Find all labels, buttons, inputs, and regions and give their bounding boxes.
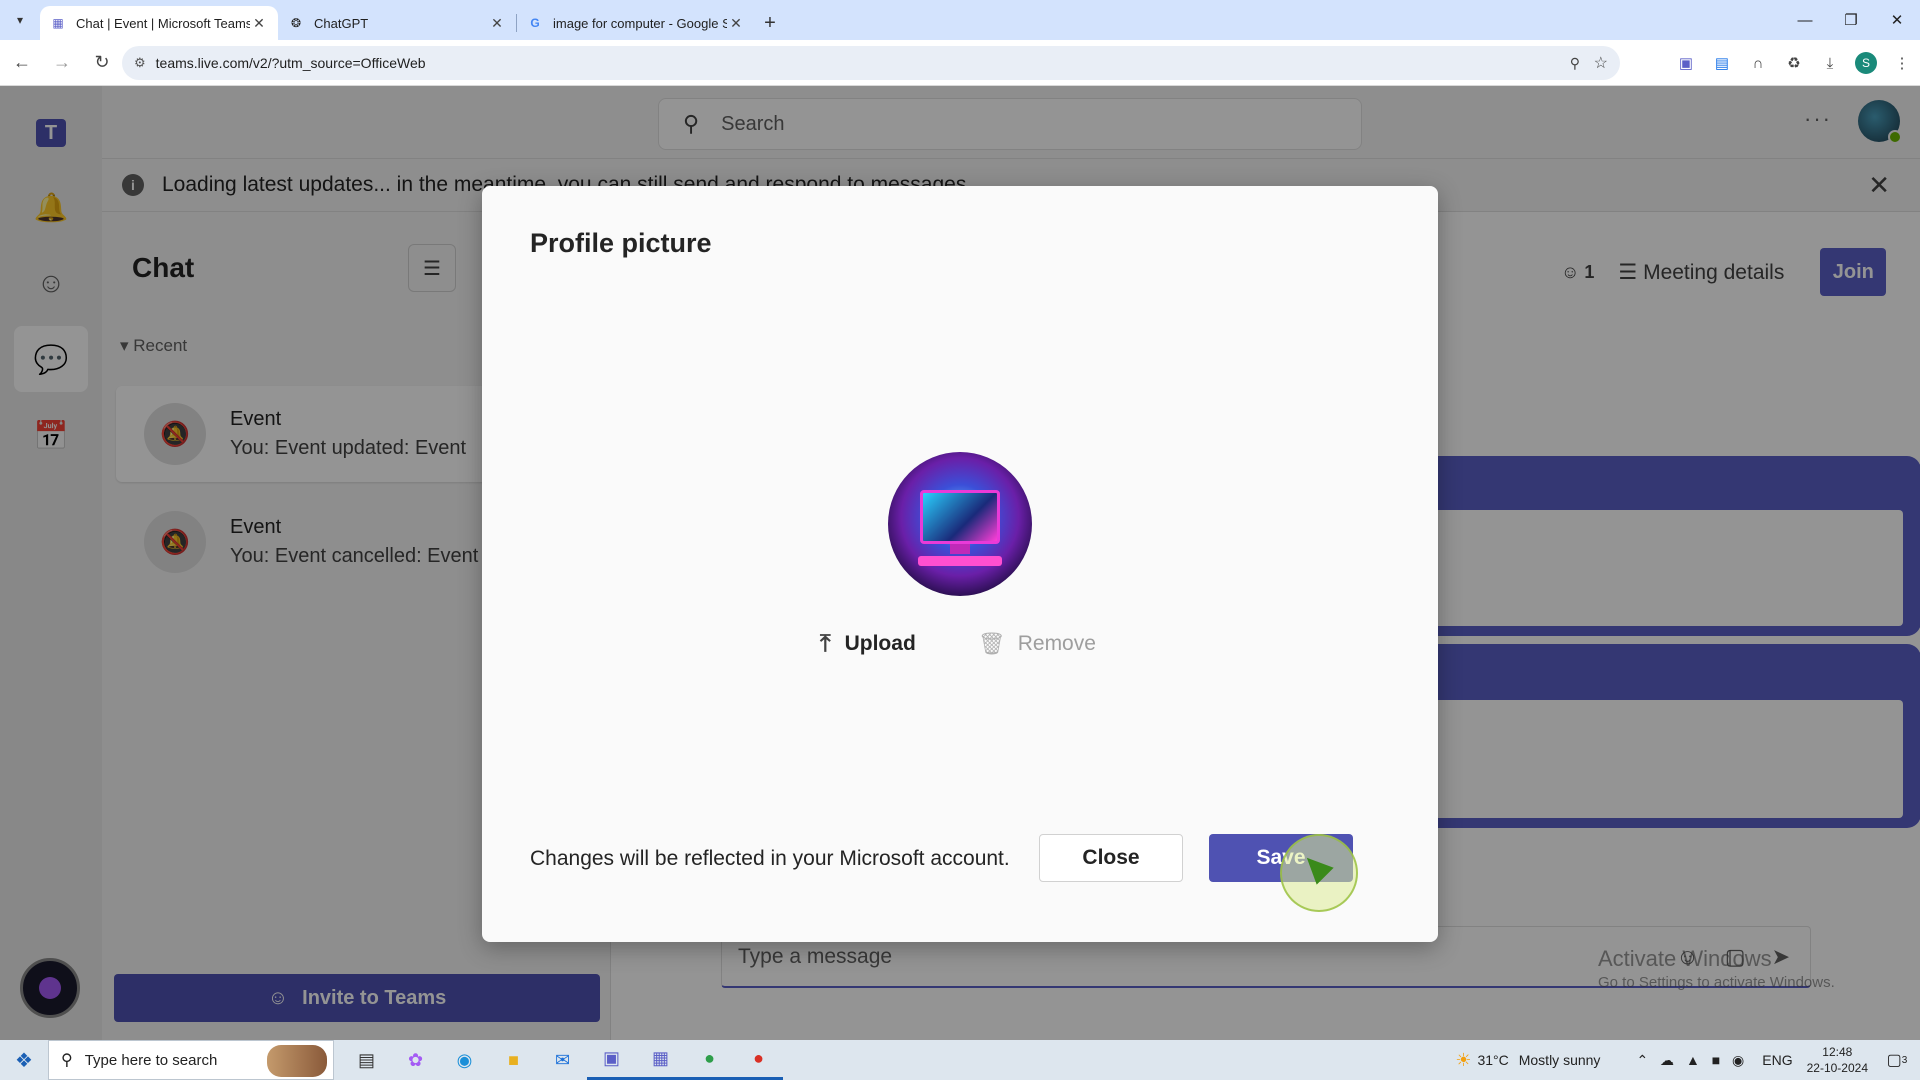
chatgpt-icon: ❂ — [290, 16, 302, 30]
computer-monitor-image — [920, 490, 1000, 544]
clock[interactable]: 12:48 22-10-2024 — [1807, 1044, 1868, 1076]
remove-button[interactable]: 🗑 Remove — [978, 631, 1096, 657]
notification-center-icon[interactable]: ▢ 3 — [1882, 1045, 1912, 1075]
download-icon[interactable]: ⤓ — [1812, 45, 1848, 81]
tab-chatgpt[interactable]: ❂ ChatGPT ✕ — [278, 6, 516, 40]
profile-avatar[interactable]: S — [1855, 52, 1877, 74]
tab-title: ChatGPT — [314, 15, 369, 31]
url-text: teams.live.com/v2/?utm_source=OfficeWeb — [155, 55, 426, 71]
close-tab-icon[interactable]: ✕ — [727, 15, 745, 32]
weather-text[interactable]: Mostly sunny — [1519, 1052, 1601, 1068]
cursor-arrow-icon — [1298, 849, 1334, 885]
remove-label: Remove — [1017, 632, 1096, 655]
chrome-icon[interactable]: ● — [685, 1040, 734, 1080]
file-explorer-icon[interactable]: ■ — [489, 1040, 538, 1080]
reload-icon[interactable]: ↻ — [84, 45, 120, 81]
notification-count: 3 — [1901, 1054, 1908, 1066]
extension-icon[interactable]: ∩ — [1740, 45, 1776, 81]
tab-teams[interactable]: ▦ Chat | Event | Microsoft Teams ✕ — [40, 6, 278, 40]
extension-icon[interactable]: ▣ — [1668, 45, 1704, 81]
taskbar-search-input[interactable]: ⚲ Type here to search — [48, 1040, 334, 1080]
chrome-profile-icon[interactable]: ● — [734, 1040, 783, 1080]
zoom-icon[interactable]: ⚲ — [1570, 55, 1580, 72]
tab-search-chevron-icon[interactable]: ▾ — [0, 0, 40, 40]
restore-icon[interactable]: ❐ — [1828, 0, 1874, 40]
profile-picture-dialog: Profile picture ⤒ Upload 🗑 Remove Change… — [482, 186, 1438, 942]
tab-google[interactable]: G image for computer - Google S ✕ — [517, 6, 755, 40]
dialog-title: Profile picture — [530, 228, 712, 258]
upload-arrow-icon: ⤒ — [820, 630, 831, 657]
extensions-area: ▣ ▤ ∩ ♻ ⤓ S ⋮ — [1668, 40, 1920, 86]
bookmark-star-icon[interactable]: ☆ — [1594, 53, 1608, 73]
monitor-stand — [950, 544, 970, 554]
back-icon[interactable]: ← — [4, 45, 40, 81]
close-button[interactable]: Close — [1039, 834, 1183, 882]
puzzle-icon[interactable]: ♻ — [1776, 45, 1812, 81]
keyboard-image — [918, 556, 1002, 566]
teams-icon: ▦ — [52, 16, 64, 30]
weather-sun-icon: ☀ — [1455, 1049, 1472, 1070]
edge-icon[interactable]: ◉ — [440, 1040, 489, 1080]
search-icon: ⚲ — [61, 1052, 73, 1069]
teams-taskbar-icon[interactable]: ▦ — [636, 1040, 685, 1080]
temperature: 31°C — [1477, 1052, 1509, 1068]
clock-date: 22-10-2024 — [1806, 1061, 1868, 1075]
google-icon: G — [530, 16, 540, 30]
windows-start-icon[interactable]: ❖ — [0, 1040, 48, 1080]
picture-actions: ⤒ Upload 🗑 Remove — [820, 630, 1096, 658]
dialog-note: Changes will be reflected in your Micros… — [530, 847, 1010, 870]
tab-title: image for computer - Google S — [553, 15, 727, 31]
minimize-icon[interactable]: — — [1782, 0, 1828, 40]
upload-label: Upload — [844, 632, 916, 655]
teams-board-icon[interactable]: ▣ — [587, 1040, 636, 1080]
system-tray: ☀ 31°C Mostly sunny ⌃ ☁ ▲ ■ ◉ ENG 12:48 … — [1455, 1040, 1920, 1080]
url-field[interactable]: ⚙ teams.live.com/v2/?utm_source=OfficeWe… — [122, 46, 1620, 80]
windows-taskbar: ❖ ⚲ Type here to search ▤ ✿ ◉ ■ ✉ ▣ ▦ ● … — [0, 1040, 1920, 1080]
taskbar-apps: ▤ ✿ ◉ ■ ✉ ▣ ▦ ● ● — [342, 1040, 783, 1080]
copilot-taskbar-icon[interactable]: ✿ — [391, 1040, 440, 1080]
taskbar-search-placeholder: Type here to search — [84, 1051, 218, 1069]
forward-icon[interactable]: → — [44, 45, 80, 81]
window-controls: — ❐ ✕ — [1782, 0, 1920, 40]
mail-icon[interactable]: ✉ — [538, 1040, 587, 1080]
extension-icon[interactable]: ▤ — [1704, 45, 1740, 81]
tab-title: Chat | Event | Microsoft Teams — [76, 15, 250, 31]
profile-picture-preview — [888, 452, 1032, 596]
task-view-icon[interactable]: ▤ — [342, 1040, 391, 1080]
close-tab-icon[interactable]: ✕ — [488, 15, 506, 32]
browser-menu-icon[interactable]: ⋮ — [1884, 45, 1920, 81]
close-tab-icon[interactable]: ✕ — [250, 15, 268, 32]
language-indicator[interactable]: ENG — [1762, 1052, 1792, 1068]
search-highlight-image — [267, 1045, 327, 1077]
trash-icon: 🗑 — [977, 631, 1006, 656]
new-tab-button[interactable]: + — [755, 6, 785, 40]
clock-time: 12:48 — [1822, 1045, 1853, 1059]
upload-button[interactable]: ⤒ Upload — [820, 630, 916, 658]
address-bar: ← → ↻ ⚙ teams.live.com/v2/?utm_source=Of… — [0, 40, 1920, 86]
site-settings-icon[interactable]: ⚙ — [134, 55, 146, 71]
close-window-icon[interactable]: ✕ — [1874, 0, 1920, 40]
tray-icons[interactable]: ⌃ ☁ ▲ ■ ◉ — [1636, 1052, 1748, 1069]
browser-tab-bar: ▾ ▦ Chat | Event | Microsoft Teams ✕ ❂ C… — [0, 0, 1920, 40]
click-cursor-indicator — [1280, 834, 1358, 912]
